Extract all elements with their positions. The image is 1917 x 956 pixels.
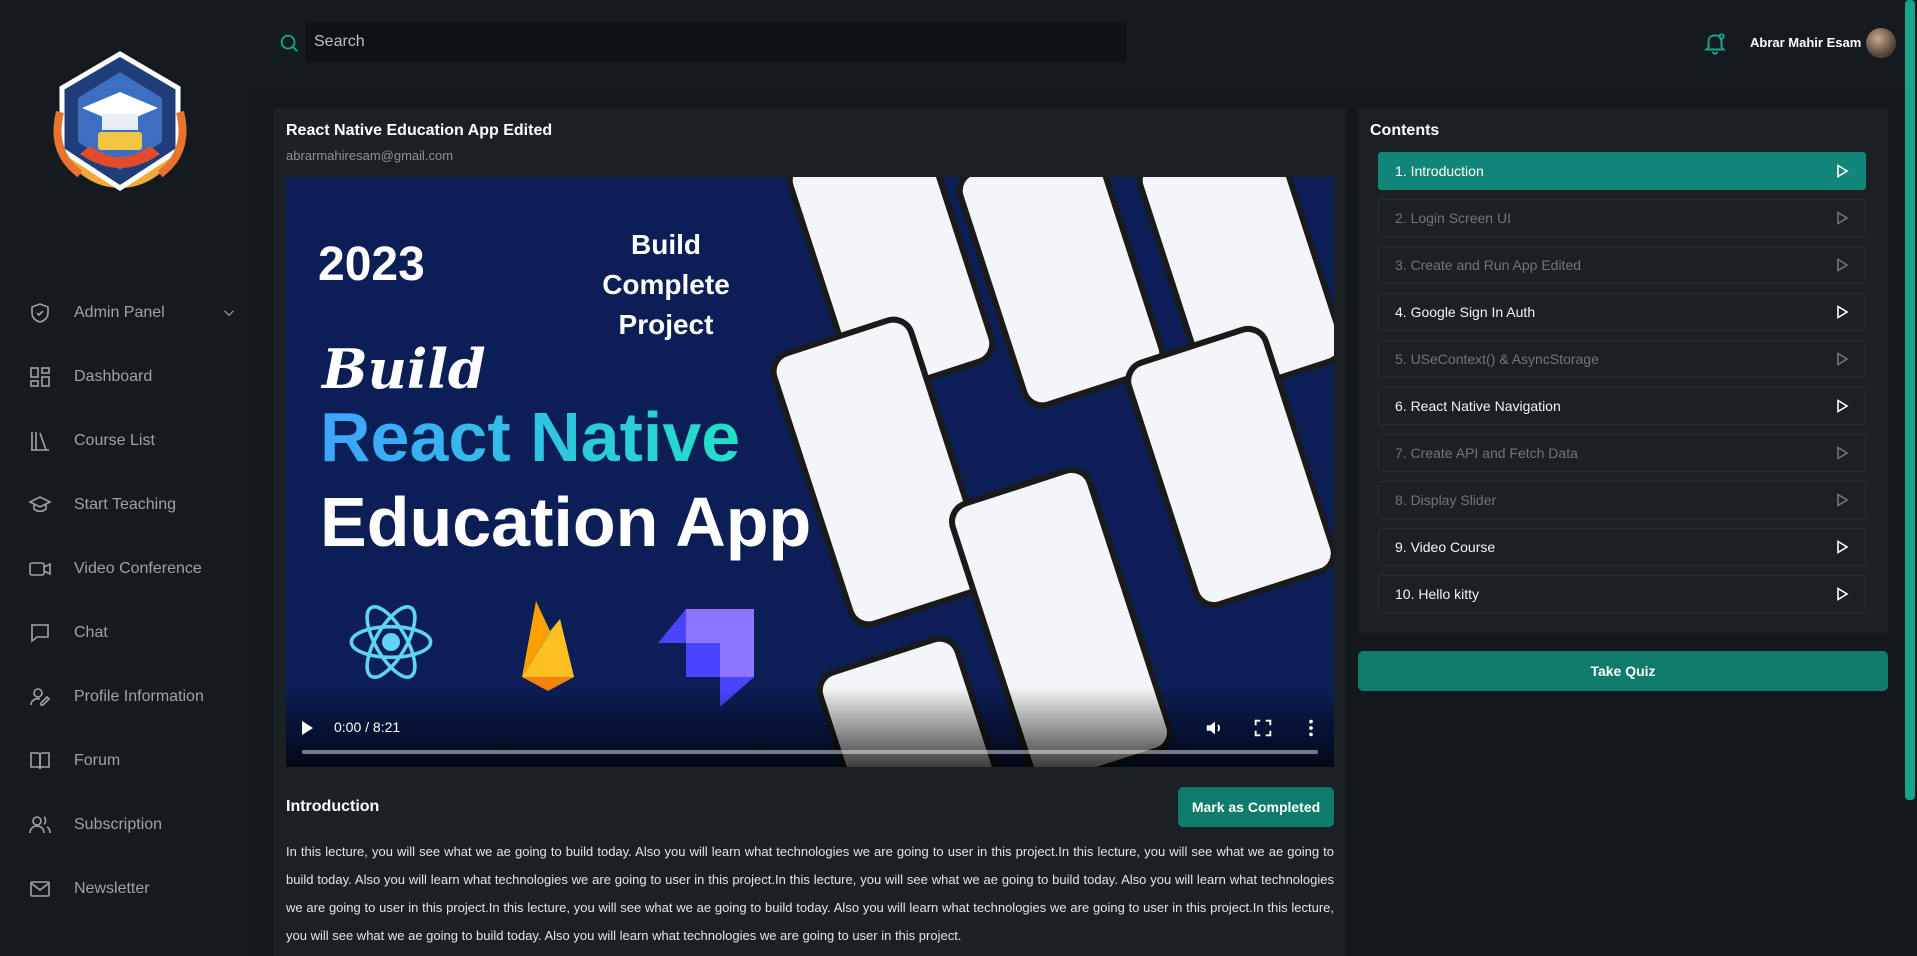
sidebar-item-video-conference[interactable]: Video Conference [28, 537, 238, 601]
lesson-item[interactable]: 8. Display Slider [1378, 481, 1866, 519]
chevron-down-icon[interactable] [220, 304, 238, 322]
sidebar-nav: Admin Panel Dashboard Course List Start … [28, 281, 238, 921]
thumbnail-tagline: Build Complete Project [602, 229, 730, 340]
contents-panel: Contents 1. Introduction 2. Login Screen … [1358, 108, 1888, 633]
lesson-label: 2. Login Screen UI [1395, 210, 1511, 226]
play-outline-icon[interactable] [1835, 211, 1849, 225]
react-logo-icon [349, 605, 433, 679]
play-outline-icon[interactable] [1835, 446, 1849, 460]
grid-icon [30, 367, 50, 387]
lesson-item[interactable]: 10. Hello kitty [1378, 575, 1866, 613]
sidebar-item-label: Course List [74, 432, 155, 449]
course-title: React Native Education App Edited [286, 122, 553, 139]
sidebar-item-label: Subscription [74, 816, 163, 833]
lesson-label: 7. Create API and Fetch Data [1395, 445, 1578, 461]
sidebar-item-label: Newsletter [74, 880, 150, 897]
users-icon [29, 816, 51, 834]
avatar[interactable] [1866, 28, 1896, 58]
sidebar-item-start-teaching[interactable]: Start Teaching [28, 473, 238, 537]
lesson-description: In this lecture, you will see what we ae… [286, 844, 1334, 943]
page-scrollbar[interactable] [1905, 0, 1915, 800]
lesson-item[interactable]: 2. Login Screen UI [1378, 199, 1866, 237]
play-outline-icon[interactable] [1835, 164, 1849, 178]
volume-icon[interactable] [1204, 717, 1226, 739]
sidebar-item-subscription[interactable]: Subscription [28, 793, 238, 857]
sidebar-item-label: Admin Panel [74, 304, 165, 321]
course-panel: React Native Education App Edited abrarm… [274, 108, 1346, 956]
sidebar-item-label: Dashboard [74, 368, 153, 385]
more-options-icon[interactable] [1300, 717, 1322, 739]
video-camera-icon [29, 562, 51, 576]
thumbnail-build: Build [322, 337, 486, 401]
lesson-label: 10. Hello kitty [1395, 586, 1480, 602]
sidebar-item-label: Profile Information [74, 688, 204, 705]
lesson-label: 6. React Native Navigation [1395, 398, 1561, 414]
lesson-label: 5. USeContext() & AsyncStorage [1395, 351, 1599, 367]
sidebar-item-label: Start Teaching [74, 496, 176, 513]
play-outline-icon[interactable] [1835, 352, 1849, 366]
user-name[interactable]: Abrar Mahir Esam [1750, 35, 1861, 50]
lesson-label: 4. Google Sign In Auth [1395, 304, 1536, 320]
top-bar: Abrar Mahir Esam [254, 0, 1917, 88]
sidebar-item-dashboard[interactable]: Dashboard [28, 345, 238, 409]
take-quiz-button[interactable]: Take Quiz [1358, 651, 1888, 691]
book-open-icon [30, 752, 50, 770]
sidebar-item-newsletter[interactable]: Newsletter [28, 857, 238, 921]
play-icon[interactable] [302, 721, 313, 735]
sidebar-item-label: Chat [74, 624, 108, 641]
lesson-label: 9. Video Course [1395, 539, 1496, 555]
firebase-logo-icon [522, 601, 574, 691]
play-outline-icon[interactable] [1835, 493, 1849, 507]
lesson-item[interactable]: 3. Create and Run App Edited [1378, 246, 1866, 284]
fullscreen-icon[interactable] [1252, 717, 1274, 739]
mark-completed-button[interactable]: Mark as Completed [1178, 787, 1334, 827]
lesson-item[interactable]: 7. Create API and Fetch Data [1378, 434, 1866, 472]
play-outline-icon[interactable] [1835, 399, 1849, 413]
bell-icon[interactable] [1702, 30, 1728, 56]
shield-check-icon [31, 303, 49, 323]
video-controls: 0:00 / 8:21 [286, 687, 1334, 767]
thumbnail-headline-2: Education App [320, 483, 812, 561]
play-outline-icon[interactable] [1835, 587, 1849, 601]
play-outline-icon[interactable] [1835, 540, 1849, 554]
mail-icon [30, 881, 50, 897]
lesson-label: 1. Introduction [1395, 163, 1484, 179]
sidebar-item-label: Video Conference [74, 560, 202, 577]
search-input[interactable] [306, 22, 1126, 62]
lesson-item[interactable]: 6. React Native Navigation [1378, 387, 1866, 425]
play-outline-icon[interactable] [1835, 258, 1849, 272]
lesson-item[interactable]: 5. USeContext() & AsyncStorage [1378, 340, 1866, 378]
lesson-item[interactable]: 1. Introduction [1378, 152, 1866, 190]
sidebar-item-course-list[interactable]: Course List [28, 409, 238, 473]
sidebar-item-chat[interactable]: Chat [28, 601, 238, 665]
sidebar-item-profile-information[interactable]: Profile Information [28, 665, 238, 729]
play-outline-icon[interactable] [1835, 305, 1849, 319]
contents-title: Contents [1370, 122, 1440, 139]
lesson-item[interactable]: 4. Google Sign In Auth [1378, 293, 1866, 331]
sidebar: Admin Panel Dashboard Course List Start … [0, 0, 254, 956]
course-author-email: abrarmahiresam@gmail.com [286, 148, 454, 163]
thumbnail-headline-1: React Native [320, 398, 741, 476]
sidebar-item-forum[interactable]: Forum [28, 729, 238, 793]
graduation-cap-icon [28, 496, 52, 513]
logo-graduation-shield [53, 51, 187, 191]
lesson-label: 3. Create and Run App Edited [1395, 257, 1582, 273]
user-edit-icon [30, 688, 51, 706]
video-progress-bar[interactable] [302, 750, 1318, 754]
search-icon [280, 34, 298, 52]
sidebar-item-admin-panel[interactable]: Admin Panel [28, 281, 238, 345]
lesson-label: 8. Display Slider [1395, 492, 1497, 508]
books-icon [31, 432, 49, 451]
video-time: 0:00 / 8:21 [334, 719, 401, 735]
video-player[interactable]: 2023 Build Complete Project Build React … [286, 177, 1334, 767]
chat-bubble-icon [31, 624, 49, 643]
lesson-item[interactable]: 9. Video Course [1378, 528, 1866, 566]
thumbnail-year: 2023 [318, 238, 425, 291]
sidebar-item-label: Forum [74, 752, 121, 769]
lesson-heading: Introduction [286, 798, 380, 815]
